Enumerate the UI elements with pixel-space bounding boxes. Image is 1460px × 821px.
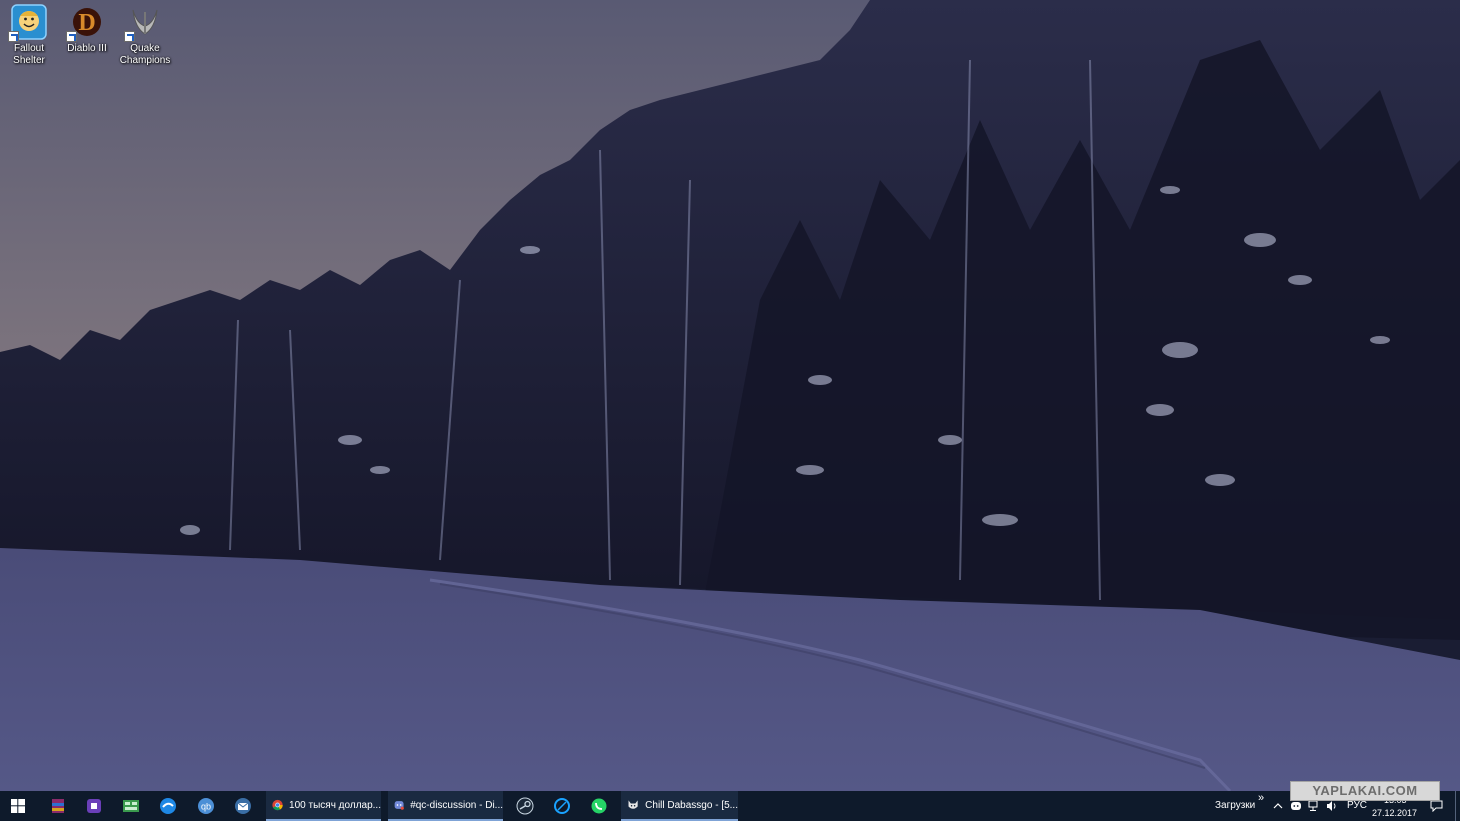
- taskbar-task-chrome[interactable]: 100 тысяч доллар...: [266, 791, 381, 821]
- steam-icon: [516, 797, 534, 815]
- discord-icon: [394, 801, 404, 810]
- sync-app-icon: [160, 798, 176, 814]
- taskbar-task-discord[interactable]: #qc-discussion - Di...: [388, 791, 503, 821]
- processor-app-icon: [87, 799, 101, 813]
- desktop-icon-fallout-shelter[interactable]: Fallout Shelter: [0, 4, 58, 67]
- task-label: #qc-discussion - Di...: [410, 799, 503, 811]
- show-hidden-icons-button[interactable]: [1270, 791, 1286, 821]
- svg-text:qb: qb: [201, 802, 211, 812]
- shortcut-arrow-icon: [66, 31, 77, 42]
- taskbar-processor-app-button[interactable]: [76, 791, 112, 821]
- diablo-iii-icon: D: [66, 4, 105, 42]
- desktop-wallpaper: [0, 0, 1460, 791]
- taskbar-mail-app-button[interactable]: [225, 791, 261, 821]
- windows-start-icon: [11, 799, 25, 813]
- svg-text:D: D: [78, 10, 95, 36]
- chevron-up-icon: [1273, 803, 1283, 809]
- spreadsheet-app-icon: [123, 800, 139, 812]
- mail-app-icon: [235, 798, 251, 814]
- taskbar-winrar-button[interactable]: [40, 791, 76, 821]
- taskbar-sync-app-button[interactable]: [150, 791, 186, 821]
- desktop-icon-label: Fallout Shelter: [13, 43, 45, 66]
- volume-icon: [1327, 801, 1336, 811]
- taskbar-whatsapp-button[interactable]: [581, 791, 617, 821]
- chrome-icon: [272, 799, 283, 811]
- fallout-shelter-icon: [8, 4, 47, 42]
- toolbar-chevron-icon[interactable]: »: [1258, 792, 1264, 804]
- winrar-icon: [52, 799, 64, 813]
- taskbar-task-chill[interactable]: Chill Dabassgo - [5...: [621, 791, 738, 821]
- discord-tray-icon: [1291, 802, 1301, 810]
- watermark: YAPLAKAI.COM: [1290, 781, 1440, 801]
- desktop-icon-quake-champions[interactable]: Quake Champions: [116, 4, 174, 67]
- qbittorrent-icon: qb: [198, 798, 214, 814]
- taskbar-steam-button[interactable]: [507, 791, 543, 821]
- show-desktop-button[interactable]: [1455, 791, 1460, 821]
- taskbar-qbittorrent-button[interactable]: qb: [188, 791, 224, 821]
- desktop-icon-label: Diablo III: [67, 43, 107, 54]
- task-label: 100 тысяч доллар...: [289, 799, 381, 811]
- taskbar-spreadsheet-app-button[interactable]: [113, 791, 149, 821]
- start-button[interactable]: [0, 791, 36, 821]
- quake-champions-icon: [124, 4, 163, 42]
- whatsapp-icon: [591, 798, 607, 814]
- taskbar-battle-net-button[interactable]: [544, 791, 580, 821]
- input-language-indicator[interactable]: РУС: [1347, 800, 1367, 811]
- desktop-icon-diablo-iii[interactable]: D Diablo III: [58, 4, 116, 55]
- shortcut-arrow-icon: [8, 31, 19, 42]
- downloads-toolbar-label[interactable]: Загрузки: [1215, 800, 1255, 811]
- task-label: Chill Dabassgo - [5...: [645, 799, 738, 811]
- cat-app-icon: [628, 800, 638, 809]
- shortcut-arrow-icon: [124, 31, 135, 42]
- clock-date: 27.12.2017: [1372, 808, 1418, 818]
- network-icon: [1308, 800, 1318, 811]
- notification-icon: [1430, 800, 1442, 812]
- taskbar: qb 100 тысяч доллар... #qc-discussion - …: [0, 791, 1460, 821]
- battle-net-icon: [554, 798, 570, 814]
- desktop-icon-label: Quake Champions: [119, 43, 171, 66]
